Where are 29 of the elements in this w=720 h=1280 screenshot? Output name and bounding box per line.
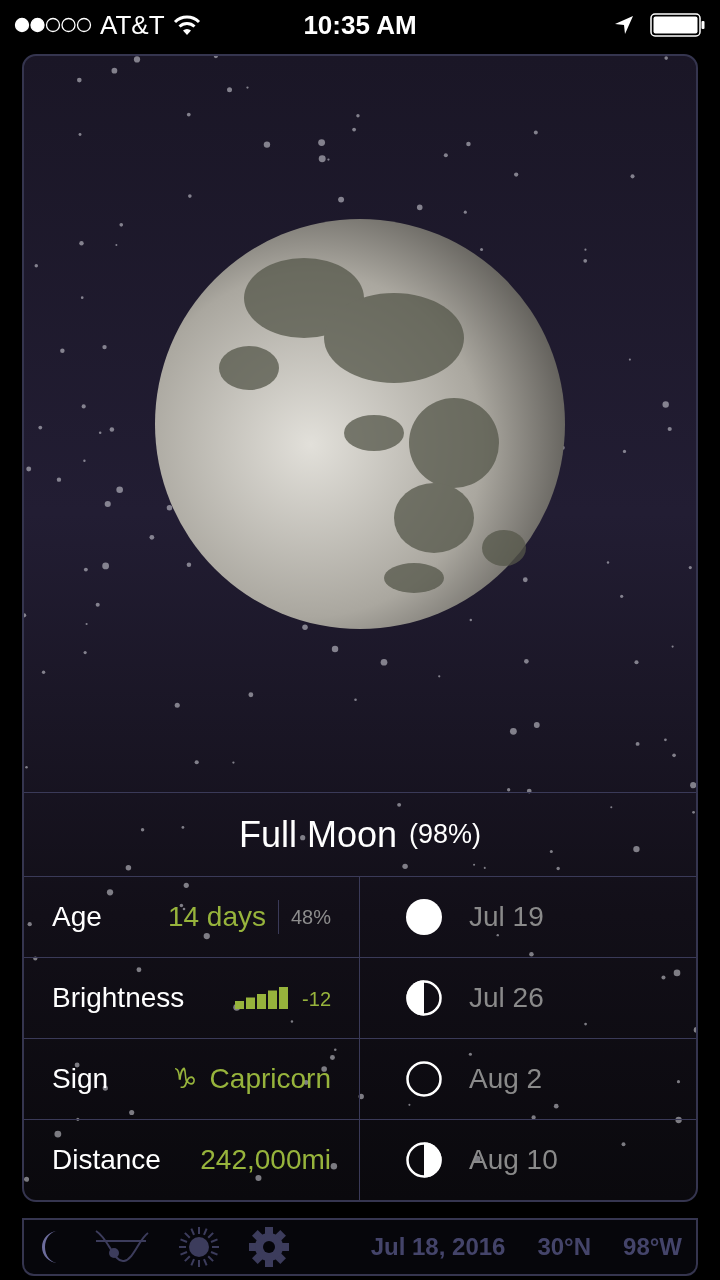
sun-icon[interactable]	[178, 1226, 220, 1268]
detail-label: Brightness	[52, 981, 185, 1015]
phase-date: Jul 26	[469, 981, 544, 1015]
signal-icon	[14, 17, 92, 33]
longitude: 98°W	[623, 1232, 682, 1262]
brightness-bars-icon	[235, 987, 291, 1009]
phase-name: Full Moon	[238, 812, 397, 857]
detail-label: Sign	[52, 1062, 109, 1096]
phase-date: Jul 19	[469, 900, 544, 934]
detail-label: Age	[52, 900, 102, 934]
phase-date: Aug 10	[469, 1143, 558, 1177]
battery-icon	[650, 13, 706, 37]
wifi-icon	[172, 14, 201, 36]
settings-icon[interactable]	[248, 1226, 290, 1268]
age-percent: 48%	[290, 905, 331, 930]
phase-date: Aug 2	[469, 1062, 543, 1096]
age-value: 14 days	[167, 900, 266, 934]
sign-value: Capricorn	[209, 1062, 331, 1096]
latitude: 30°N	[537, 1232, 592, 1262]
carrier-name: AT&T	[100, 8, 165, 42]
location-arrow-icon	[614, 15, 634, 35]
toolbar-date: Jul 18, 2016	[370, 1232, 506, 1262]
clock-time: 10:35 AM	[303, 8, 417, 42]
zodiac-symbol: ♑	[172, 1061, 198, 1097]
brightness-value: -12	[302, 989, 331, 1009]
chart-icon[interactable]	[94, 1229, 150, 1265]
distance-value: 242,000mi	[200, 1143, 331, 1177]
detail-label: Distance	[52, 1143, 161, 1177]
phase-percent: (98%)	[409, 818, 482, 852]
